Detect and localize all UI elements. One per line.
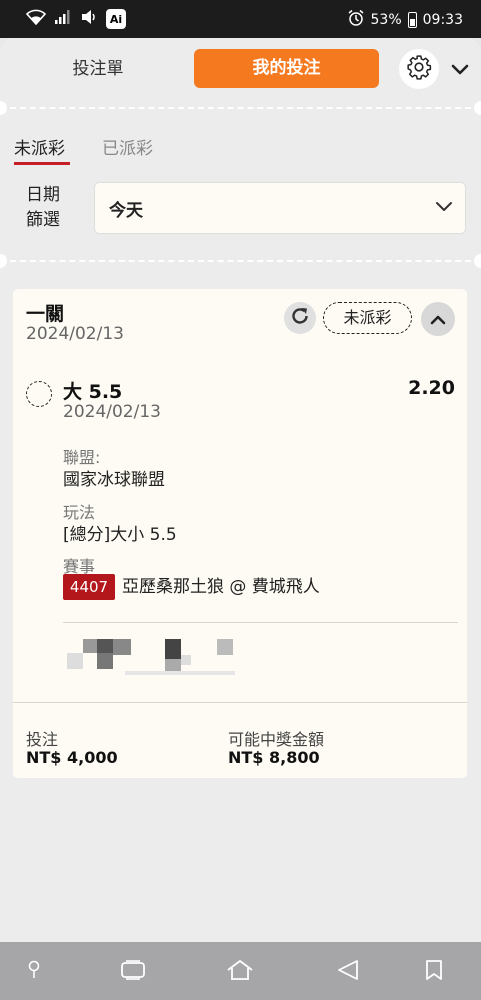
gear-icon xyxy=(406,54,432,84)
sheet-header: 投注單 我的投注 xyxy=(0,38,481,100)
collapse-bet-button[interactable] xyxy=(421,302,455,336)
volume-icon xyxy=(80,9,98,29)
payout-value: NT$ 8,800 xyxy=(228,748,320,767)
system-nav-bar xyxy=(0,942,481,1000)
back-icon[interactable] xyxy=(336,959,360,985)
ticket-notch xyxy=(474,254,481,268)
bet-date: 2024/02/13 xyxy=(26,324,124,344)
stake-label: 投注 xyxy=(26,730,59,749)
tab-betslip[interactable]: 投注單 xyxy=(48,50,148,88)
active-tab-indicator xyxy=(14,162,70,165)
date-filter-select[interactable]: 今天 xyxy=(94,182,466,234)
bet-card: 一關 2024/02/13 未派彩 大 5.5 2.20 2024/02/13 … xyxy=(13,289,467,778)
chevron-down-icon xyxy=(451,61,469,80)
pin-icon[interactable] xyxy=(26,959,42,985)
divider xyxy=(63,622,458,623)
date-filter-label: 日期篩選 xyxy=(26,185,60,230)
bet-sheet: 投注單 我的投注 未派彩 已派彩 日期篩選 今天 一關 2024/02/13 未… xyxy=(0,38,481,942)
refresh-icon xyxy=(289,305,311,331)
tab-my-bets[interactable]: 我的投注 xyxy=(194,49,379,88)
ai-badge: Ai xyxy=(106,9,126,29)
divider xyxy=(13,702,467,703)
selection-status-indicator xyxy=(26,381,52,407)
recent-apps-icon[interactable] xyxy=(120,959,146,985)
refresh-button[interactable] xyxy=(284,302,316,334)
bookmark-icon[interactable] xyxy=(424,959,444,985)
settlement-tabs: 未派彩 已派彩 xyxy=(0,128,481,168)
status-badge: 未派彩 xyxy=(323,302,412,334)
ticket-notch xyxy=(0,254,7,268)
tab-unsettled[interactable]: 未派彩 xyxy=(14,134,65,159)
selection-name: 大 5.5 xyxy=(63,381,123,403)
tab-settled[interactable]: 已派彩 xyxy=(102,134,153,159)
ticket-notch xyxy=(474,101,481,115)
selection-date: 2024/02/13 xyxy=(63,402,161,422)
selection-odds: 2.20 xyxy=(408,377,455,399)
event-name: 亞歷桑那土狼 @ 費城飛人 xyxy=(122,577,320,597)
battery-percent: 53% xyxy=(370,12,402,28)
divider xyxy=(10,107,471,109)
payout-label: 可能中獎金額 xyxy=(228,730,325,749)
signal-icon xyxy=(54,9,72,29)
market-value: [總分]大小 5.5 xyxy=(63,525,177,545)
date-filter-value: 今天 xyxy=(109,201,143,221)
status-bar: Ai 53% 09:33 xyxy=(0,0,481,38)
settings-button[interactable] xyxy=(399,49,439,89)
collapse-sheet-button[interactable] xyxy=(448,58,472,82)
home-icon[interactable] xyxy=(226,959,254,985)
wifi-icon xyxy=(25,9,47,29)
redacted-pixelated-area xyxy=(65,639,235,677)
chevron-down-icon xyxy=(435,198,453,217)
clock: 09:33 xyxy=(422,12,463,28)
league-value: 國家冰球聯盟 xyxy=(63,470,165,490)
divider xyxy=(10,260,471,262)
bet-type: 一關 xyxy=(26,303,65,325)
alarm-icon xyxy=(347,9,365,31)
event-id-badge: 4407 xyxy=(63,574,115,600)
battery-icon xyxy=(407,12,417,28)
ticket-notch xyxy=(0,101,7,115)
stake-value: NT$ 4,000 xyxy=(26,748,118,767)
chevron-up-icon xyxy=(430,310,446,329)
